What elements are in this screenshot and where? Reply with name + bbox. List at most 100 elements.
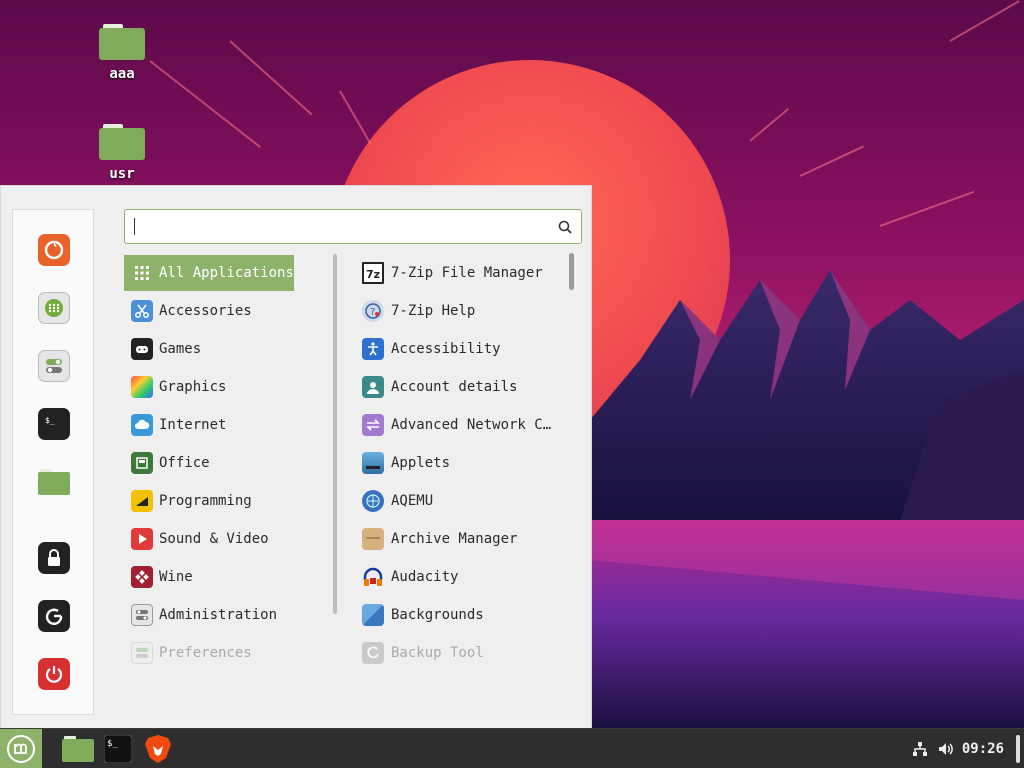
search-icon bbox=[558, 220, 572, 234]
taskbar-brave-button[interactable] bbox=[142, 729, 174, 768]
taskbar-terminal-button[interactable]: $_ bbox=[102, 729, 134, 768]
desktop-icon-label: aaa bbox=[109, 66, 135, 82]
application-menu: $_ All Applications Accessories Games Gr… bbox=[0, 185, 592, 728]
app-backgrounds[interactable]: Backgrounds bbox=[362, 597, 562, 633]
admin-toggle-icon bbox=[131, 604, 153, 626]
desktop-icon-label: usr bbox=[109, 166, 135, 182]
gamepad-icon bbox=[131, 338, 153, 360]
settings-icon[interactable] bbox=[38, 350, 70, 382]
show-desktop-button[interactable] bbox=[1016, 735, 1020, 763]
app-label: Audacity bbox=[391, 569, 459, 585]
app-label: Backup Tool bbox=[391, 645, 484, 661]
text-caret bbox=[134, 218, 135, 235]
svg-text:$_: $_ bbox=[107, 739, 118, 749]
headphones-icon bbox=[362, 566, 384, 588]
category-all-applications[interactable]: All Applications bbox=[124, 255, 294, 291]
app-list-scrollbar[interactable] bbox=[569, 253, 574, 290]
category-label: Office bbox=[159, 455, 210, 471]
category-programming[interactable]: Programming bbox=[124, 483, 324, 519]
category-label: Wine bbox=[159, 569, 193, 585]
office-icon bbox=[131, 452, 153, 474]
menu-button[interactable] bbox=[0, 729, 42, 768]
app-label: Archive Manager bbox=[391, 531, 518, 547]
files-icon[interactable] bbox=[38, 466, 70, 498]
lock-screen-icon[interactable] bbox=[38, 542, 70, 574]
svg-text:7z: 7z bbox=[366, 268, 380, 280]
backup-icon bbox=[362, 642, 384, 664]
app-account-details[interactable]: Account details bbox=[362, 369, 562, 405]
app-audacity[interactable]: Audacity bbox=[362, 559, 562, 595]
app-label: Applets bbox=[391, 455, 451, 471]
grid-icon bbox=[131, 262, 153, 284]
network-arrows-icon bbox=[362, 414, 384, 436]
brave-lion-icon bbox=[145, 735, 171, 763]
taskbar: $_ 09:26 bbox=[0, 728, 1024, 768]
programming-icon bbox=[131, 490, 153, 512]
search-input[interactable] bbox=[133, 210, 553, 241]
category-office[interactable]: Office bbox=[124, 445, 324, 481]
mint-logo-icon bbox=[7, 735, 35, 763]
app-aqemu[interactable]: AQEMU bbox=[362, 483, 562, 519]
desktop-folder-aaa[interactable]: aaa bbox=[82, 24, 162, 82]
category-accessories[interactable]: Accessories bbox=[124, 293, 324, 329]
network-icon[interactable] bbox=[910, 729, 930, 768]
folder-icon bbox=[99, 124, 145, 160]
help-icon: ? bbox=[362, 300, 384, 322]
favorites-bar: $_ bbox=[12, 209, 94, 715]
7zip-icon: 7z bbox=[362, 262, 384, 284]
category-label: Administration bbox=[159, 607, 278, 623]
category-label: Programming bbox=[159, 493, 252, 509]
app-label: 7-Zip Help bbox=[391, 303, 476, 319]
app-label: Accessibility bbox=[391, 341, 501, 357]
category-label: Internet bbox=[159, 417, 227, 433]
category-label: Graphics bbox=[159, 379, 227, 395]
accessibility-icon bbox=[362, 338, 384, 360]
clock[interactable]: 09:26 bbox=[962, 741, 1004, 757]
app-label: Advanced Network C… bbox=[391, 417, 552, 433]
app-7zip-file-manager[interactable]: 7z 7-Zip File Manager bbox=[362, 255, 562, 291]
backgrounds-icon bbox=[362, 604, 384, 626]
category-label: Sound & Video bbox=[159, 531, 269, 547]
software-manager-icon[interactable] bbox=[38, 292, 70, 324]
volume-icon[interactable] bbox=[936, 729, 956, 768]
svg-text:$_: $_ bbox=[45, 416, 55, 425]
category-administration[interactable]: Administration bbox=[124, 597, 324, 633]
category-wine[interactable]: Wine bbox=[124, 559, 324, 595]
app-backup-tool[interactable]: Backup Tool bbox=[362, 635, 562, 671]
user-icon bbox=[362, 376, 384, 398]
app-advanced-network[interactable]: Advanced Network C… bbox=[362, 407, 562, 443]
category-label: All Applications bbox=[159, 265, 294, 281]
applets-icon bbox=[362, 452, 384, 474]
files-icon bbox=[62, 736, 94, 762]
cloud-icon bbox=[131, 414, 153, 436]
firefox-icon[interactable] bbox=[38, 234, 70, 266]
wine-icon bbox=[131, 566, 153, 588]
shutdown-icon[interactable] bbox=[38, 658, 70, 690]
archive-box-icon bbox=[362, 528, 384, 550]
category-label: Accessories bbox=[159, 303, 252, 319]
app-7zip-help[interactable]: ? 7-Zip Help bbox=[362, 293, 562, 329]
search-box[interactable] bbox=[124, 209, 582, 244]
app-label: Account details bbox=[391, 379, 518, 395]
scissors-icon bbox=[131, 300, 153, 322]
category-games[interactable]: Games bbox=[124, 331, 324, 367]
desktop-folder-usr[interactable]: usr bbox=[82, 124, 162, 182]
category-graphics[interactable]: Graphics bbox=[124, 369, 324, 405]
app-label: AQEMU bbox=[391, 493, 434, 509]
category-internet[interactable]: Internet bbox=[124, 407, 324, 443]
aqemu-icon bbox=[362, 490, 384, 512]
taskbar-files-button[interactable] bbox=[58, 729, 98, 768]
svg-text:?: ? bbox=[370, 307, 375, 318]
app-archive-manager[interactable]: Archive Manager bbox=[362, 521, 562, 557]
folder-icon bbox=[99, 24, 145, 60]
category-preferences[interactable]: Preferences bbox=[124, 635, 324, 671]
app-applets[interactable]: Applets bbox=[362, 445, 562, 481]
column-divider[interactable] bbox=[333, 254, 337, 614]
app-accessibility[interactable]: Accessibility bbox=[362, 331, 562, 367]
app-label: 7-Zip File Manager bbox=[391, 265, 543, 281]
app-label: Backgrounds bbox=[391, 607, 484, 623]
category-sound-video[interactable]: Sound & Video bbox=[124, 521, 324, 557]
terminal-icon[interactable]: $_ bbox=[38, 408, 70, 440]
logout-icon[interactable] bbox=[38, 600, 70, 632]
category-label: Games bbox=[159, 341, 202, 357]
